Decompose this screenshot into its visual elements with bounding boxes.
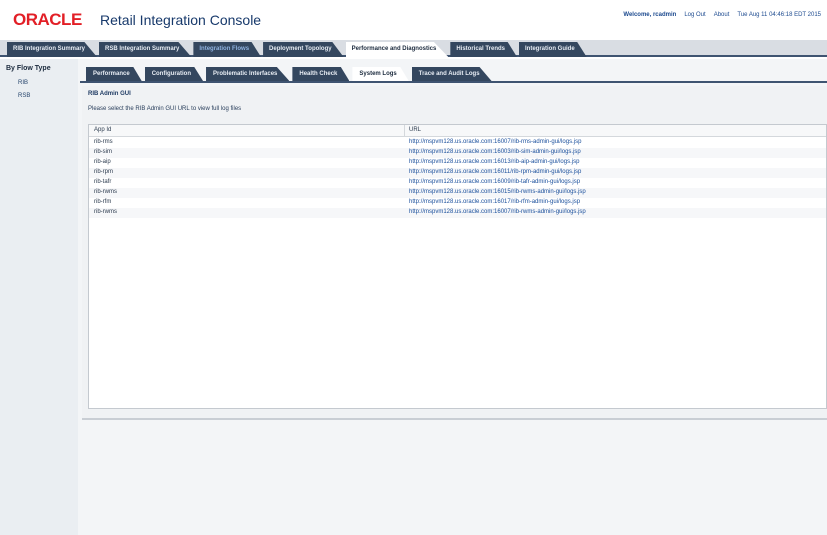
welcome-text: Welcome, rcadmin (623, 12, 677, 18)
app-id-cell: rib-rfm (94, 199, 112, 205)
app-title: Retail Integration Console (100, 12, 262, 28)
table-row: rib-rms http://mspvm128.us.oracle.com:16… (89, 138, 826, 148)
column-header-url[interactable]: URL (409, 127, 421, 133)
app-id-cell: rib-rpm (94, 169, 113, 175)
subtab-health-check[interactable]: Health Check (292, 67, 350, 81)
left-nav: By Flow Type RIB RSB (0, 59, 78, 535)
left-nav-item-rib[interactable]: RIB (18, 80, 28, 86)
url-link[interactable]: http://mspvm128.us.oracle.com:16011/rib-… (409, 169, 581, 175)
about-link[interactable]: About (714, 12, 730, 18)
url-link[interactable]: http://mspvm128.us.oracle.com:16007/rib-… (409, 139, 581, 145)
tab-integration-flows[interactable]: Integration Flows (193, 42, 262, 57)
panel-hint: Please select the RIB Admin GUI URL to v… (88, 106, 242, 112)
oracle-logo: ORACLE (13, 10, 82, 29)
tab-rsb-integration-summary[interactable]: RSB Integration Summary (99, 42, 192, 57)
tab-integration-guide[interactable]: Integration Guide (519, 42, 587, 57)
main-tab-bar: RIB Integration Summary RSB Integration … (0, 40, 827, 57)
table-row: rib-sim http://mspvm128.us.oracle.com:16… (89, 148, 826, 158)
url-link[interactable]: http://mspvm128.us.oracle.com:16017/rib-… (409, 199, 580, 205)
datetime: Tue Aug 11 04:46:18 EDT 2015 (737, 12, 821, 18)
tab-rib-integration-summary[interactable]: RIB Integration Summary (7, 42, 98, 57)
table-header: App Id URL (89, 125, 826, 137)
column-divider[interactable] (404, 125, 405, 137)
subtab-configuration[interactable]: Configuration (144, 67, 204, 81)
table-row: rib-rfm http://mspvm128.us.oracle.com:16… (89, 198, 826, 208)
rib-admin-gui-panel: RIB Admin GUI Please select the RIB Admi… (82, 86, 827, 420)
page: ORACLE Retail Integration Console Welcom… (0, 0, 827, 535)
table-row: rib-aip http://mspvm128.us.oracle.com:16… (89, 158, 826, 168)
left-nav-item-rsb[interactable]: RSB (18, 93, 30, 99)
sub-tab-bar: Performance Configuration Problematic In… (86, 67, 495, 81)
app-id-cell: rib-rwms (94, 189, 117, 195)
table-row: rib-rpm http://mspvm128.us.oracle.com:16… (89, 168, 826, 178)
subtab-performance[interactable]: Performance (86, 67, 142, 81)
app-id-cell: rib-aip (94, 159, 111, 165)
subtab-problematic-interfaces[interactable]: Problematic Interfaces (206, 67, 290, 81)
tab-performance-and-diagnostics[interactable]: Performance and Diagnostics (345, 42, 449, 57)
app-id-cell: rib-tafr (94, 179, 112, 185)
content-area: Performance Configuration Problematic In… (78, 59, 827, 535)
header: ORACLE Retail Integration Console Welcom… (0, 0, 827, 38)
logout-link[interactable]: Log Out (684, 12, 705, 18)
url-link[interactable]: http://mspvm128.us.oracle.com:16003/rib-… (409, 149, 581, 155)
app-id-cell: rib-rms (94, 139, 113, 145)
subtab-system-logs[interactable]: System Logs (352, 67, 409, 81)
table-row: rib-tafr http://mspvm128.us.oracle.com:1… (89, 178, 826, 188)
log-url-table: App Id URL rib-rms http://mspvm128.us.or… (88, 124, 827, 409)
url-link[interactable]: http://mspvm128.us.oracle.com:16007/rib-… (409, 209, 586, 215)
table-row: rib-rwms http://mspvm128.us.oracle.com:1… (89, 188, 826, 198)
user-bar: Welcome, rcadmin Log Out About Tue Aug 1… (623, 12, 821, 18)
table-row: rib-rwms http://mspvm128.us.oracle.com:1… (89, 208, 826, 218)
url-link[interactable]: http://mspvm128.us.oracle.com:16009/rib-… (409, 179, 580, 185)
url-link[interactable]: http://mspvm128.us.oracle.com:16015/rib-… (409, 189, 586, 195)
app-id-cell: rib-rwms (94, 209, 117, 215)
column-header-app-id[interactable]: App Id (94, 127, 111, 133)
panel-title: RIB Admin GUI (88, 91, 131, 97)
tab-historical-trends[interactable]: Historical Trends (450, 42, 517, 57)
tab-deployment-topology[interactable]: Deployment Topology (263, 42, 344, 57)
subtab-trace-and-audit-logs[interactable]: Trace and Audit Logs (411, 67, 492, 81)
sub-tab-divider (80, 81, 827, 83)
left-nav-title: By Flow Type (6, 65, 51, 72)
app-id-cell: rib-sim (94, 149, 112, 155)
url-link[interactable]: http://mspvm128.us.oracle.com:16013/rib-… (409, 159, 579, 165)
